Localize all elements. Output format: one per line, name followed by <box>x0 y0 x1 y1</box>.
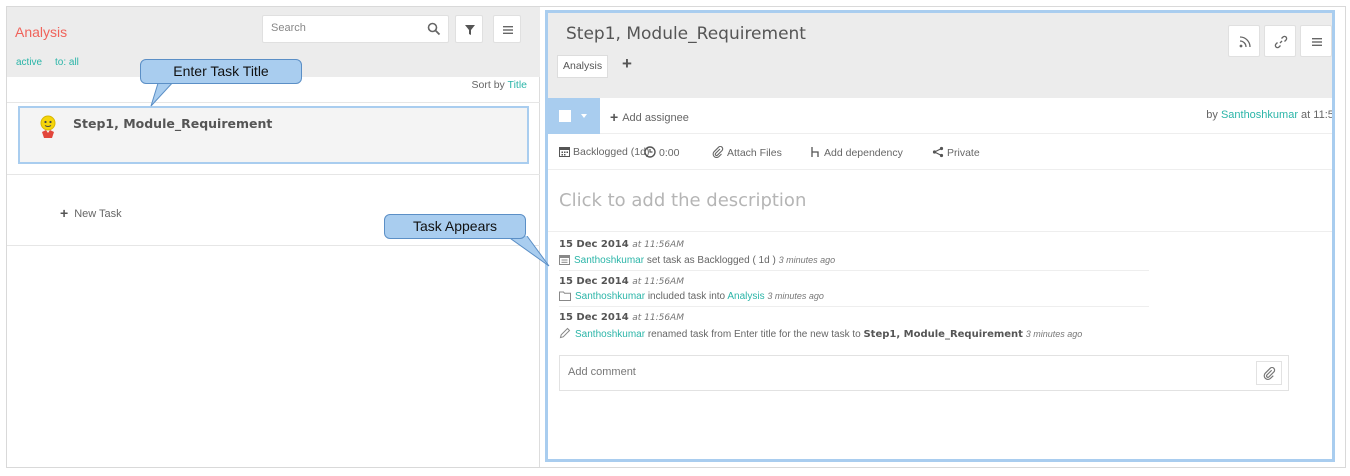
creator-user[interactable]: Santhoshkumar <box>1221 109 1298 121</box>
task-title[interactable]: Step1, Module_Requirement <box>73 116 272 131</box>
activity-project-link[interactable]: Analysis <box>727 291 764 302</box>
complete-toggle[interactable] <box>548 98 600 134</box>
comment-box <box>559 355 1289 391</box>
activity-user[interactable]: Santhoshkumar <box>575 329 645 340</box>
paperclip-icon <box>712 146 724 158</box>
new-task-button[interactable]: + New Task <box>60 205 122 221</box>
detail-menu-button[interactable] <box>1300 25 1332 57</box>
add-dependency-button[interactable]: Add dependency <box>810 146 903 159</box>
share-icon <box>932 146 944 158</box>
task-heading[interactable]: Step1, Module_Requirement <box>566 24 806 44</box>
menu-icon <box>503 26 513 34</box>
clock-icon <box>644 146 656 158</box>
activity-entry: 15 Dec 2014 at 11:56AM Santhoshkumar ren… <box>559 312 1149 344</box>
callout-task-appears: Task Appears <box>384 214 526 239</box>
subscribe-button[interactable] <box>1228 25 1260 57</box>
attach-files-button[interactable]: Attach Files <box>712 146 782 159</box>
complete-checkbox[interactable] <box>559 110 571 122</box>
task-row-selected[interactable]: Step1, Module_Requirement <box>18 106 529 164</box>
time-tracking-control[interactable]: 0:00 <box>644 146 679 159</box>
activity-date-text: 15 Dec 2014 <box>559 312 629 323</box>
task-detail-header: Step1, Module_Requirement Analysis + <box>548 13 1332 98</box>
rss-icon <box>1239 36 1251 48</box>
new-task-label: New Task <box>74 208 122 220</box>
activity-message: renamed task from Enter title for the ne… <box>647 329 861 340</box>
activity-text: Santhoshkumar renamed task from Enter ti… <box>559 327 1149 344</box>
calendar-icon <box>559 147 570 157</box>
search-icon[interactable] <box>427 22 441 36</box>
activity-text: Santhoshkumar included task into Analysi… <box>559 291 1149 307</box>
project-tag[interactable]: Analysis <box>557 55 609 78</box>
privacy-label: Private <box>947 147 980 159</box>
search-box <box>262 15 449 43</box>
activity-date: 15 Dec 2014 at 11:56AM <box>559 276 1149 287</box>
activity-time: at 11:56AM <box>632 277 684 287</box>
activity-entry: 15 Dec 2014 at 11:56AM Santhoshkumar inc… <box>559 276 1149 307</box>
sort-value[interactable]: Title <box>508 79 527 91</box>
activity-date: 15 Dec 2014 at 11:56AM <box>559 312 1149 323</box>
callout-enter-task-title: Enter Task Title <box>140 59 302 84</box>
chevron-down-icon[interactable] <box>581 114 587 118</box>
list-menu-button[interactable] <box>493 15 521 43</box>
activity-date-text: 15 Dec 2014 <box>559 239 629 250</box>
created-by: by Santhoshkumar at 11:56 <box>1206 109 1334 121</box>
calendar-icon <box>559 255 570 265</box>
activity-date: 15 Dec 2014 at 11:56AM <box>559 239 1149 250</box>
add-assignee-button[interactable]: + Add assignee <box>610 109 689 125</box>
activity-time: at 11:56AM <box>632 240 684 250</box>
divider <box>7 102 540 103</box>
task-meta-row: Backlogged (1d) 0:00 Attach Files Add de… <box>548 134 1332 170</box>
privacy-button[interactable]: Private <box>932 146 980 159</box>
plus-icon: + <box>60 205 69 221</box>
project-title[interactable]: Analysis <box>15 24 67 40</box>
assignee-row: +Add assignee by Santhoshkumar at 11:56 <box>548 98 1334 134</box>
attach-files-label: Attach Files <box>727 147 782 159</box>
pencil-icon <box>559 327 571 339</box>
activity-user[interactable]: Santhoshkumar <box>574 255 644 266</box>
search-input[interactable] <box>271 22 411 34</box>
activity-entry: 15 Dec 2014 at 11:56AM Santhoshkumar set… <box>559 239 1149 271</box>
activity-ago: 3 minutes ago <box>767 291 824 301</box>
activity-message: set task as Backlogged ( 1d ) <box>646 255 776 266</box>
folder-icon <box>559 291 571 301</box>
plus-icon: + <box>610 109 619 125</box>
sort-label: Sort by <box>471 79 505 91</box>
add-assignee-label: Add assignee <box>622 112 689 124</box>
by-prefix: by <box>1206 109 1218 121</box>
dependency-icon <box>811 147 819 157</box>
divider <box>548 231 1332 232</box>
comment-input[interactable] <box>568 366 1168 378</box>
paperclip-icon <box>1263 367 1276 380</box>
filter-scope[interactable]: to: all <box>55 57 79 68</box>
activity-new-title: Step1, Module_Requirement <box>863 329 1023 340</box>
callout-tail <box>506 236 550 267</box>
description-field[interactable]: Click to add the description <box>559 190 806 211</box>
filter-icon <box>465 25 475 35</box>
activity-ago: 3 minutes ago <box>1025 329 1083 339</box>
link-icon <box>1274 35 1288 49</box>
task-detail-pane: Step1, Module_Requirement Analysis + + A… <box>545 10 1335 462</box>
copy-link-button[interactable] <box>1264 25 1296 57</box>
activity-ago: 3 minutes ago <box>778 255 836 265</box>
status-label: Backlogged (1d) <box>573 146 650 158</box>
activity-text: Santhoshkumar set task as Backlogged ( 1… <box>559 254 1149 271</box>
activity-time: at 11:56AM <box>632 313 684 323</box>
comment-attach-button[interactable] <box>1256 361 1282 385</box>
add-dependency-label: Add dependency <box>824 147 903 159</box>
add-tag-button[interactable]: + <box>622 54 632 74</box>
activity-message: included task into <box>647 291 726 302</box>
menu-icon <box>1312 38 1322 46</box>
callout-tail <box>150 80 176 107</box>
created-time: at 11:56 <box>1301 109 1334 121</box>
time-spent: 0:00 <box>659 147 680 159</box>
filter-button[interactable] <box>455 15 483 43</box>
activity-user[interactable]: Santhoshkumar <box>575 291 645 302</box>
divider <box>7 174 540 175</box>
divider <box>7 245 540 246</box>
filter-status[interactable]: active <box>16 57 42 68</box>
status-control[interactable]: Backlogged (1d) <box>559 146 649 158</box>
activity-date-text: 15 Dec 2014 <box>559 276 629 287</box>
task-avatar-icon <box>40 115 56 138</box>
